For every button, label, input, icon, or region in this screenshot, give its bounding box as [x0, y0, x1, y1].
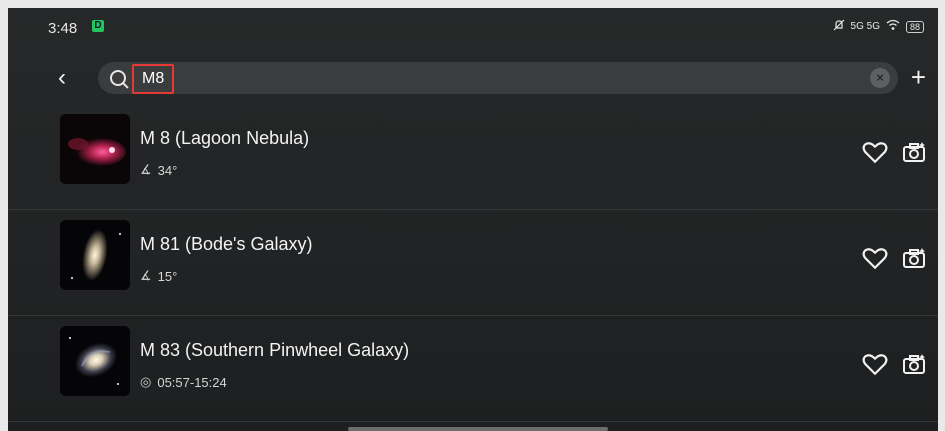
battery-indicator: 88	[905, 20, 924, 33]
bodes-galaxy-thumbnail	[60, 220, 130, 290]
list-item[interactable]: M 83 (Southern Pinwheel Galaxy) ◎ 05:57-…	[8, 316, 938, 422]
status-bar: 3:48 D 5G 5G 88	[8, 8, 938, 44]
angle-icon: ∡	[140, 268, 152, 283]
search-header: ‹ M8 × +	[8, 58, 938, 98]
back-button[interactable]: ‹	[58, 64, 66, 92]
home-indicator[interactable]	[348, 427, 608, 431]
camera-icon[interactable]	[902, 352, 928, 376]
search-icon	[108, 68, 129, 89]
mute-icon	[833, 19, 845, 34]
camera-icon[interactable]	[902, 140, 928, 164]
object-meta: ∡ 34°	[140, 162, 177, 178]
clear-icon[interactable]: ×	[870, 68, 890, 88]
status-time: 3:48	[48, 20, 78, 37]
object-name: M 8 (Lagoon Nebula)	[140, 128, 310, 148]
app-screen: 3:48 D 5G 5G 88 ‹ M8 × + M 8 (Lagoon Neb…	[8, 8, 938, 431]
heart-icon[interactable]	[862, 246, 888, 270]
list-item[interactable]: M 81 (Bode's Galaxy) ∡ 15°	[8, 210, 938, 316]
search-input[interactable]: M8	[132, 64, 175, 94]
wifi-icon	[886, 19, 900, 34]
southern-pinwheel-galaxy-thumbnail	[60, 326, 130, 396]
list-item[interactable]: M 8 (Lagoon Nebula) ∡ 34°	[8, 104, 938, 210]
object-meta: ∡ 15°	[140, 268, 177, 284]
object-name: M 81 (Bode's Galaxy)	[140, 234, 313, 254]
visibility-window: 05:57-15:24	[157, 374, 227, 390]
heart-icon[interactable]	[862, 352, 888, 376]
object-meta: ◎ 05:57-15:24	[140, 374, 227, 390]
status-icons: 5G 5G 88	[833, 19, 924, 34]
angle-icon: ∡	[140, 162, 152, 177]
altitude-value: 15°	[157, 268, 178, 284]
results-list: M 8 (Lagoon Nebula) ∡ 34° M 81 (Bode's G…	[8, 104, 938, 422]
heart-icon[interactable]	[862, 140, 888, 164]
add-button[interactable]: +	[911, 62, 926, 93]
lagoon-nebula-thumbnail	[60, 114, 130, 184]
altitude-value: 34°	[157, 162, 178, 178]
search-bar[interactable]: M8 ×	[98, 62, 898, 94]
camera-icon[interactable]	[902, 246, 928, 270]
app-badge: D	[92, 20, 104, 32]
eye-icon: ◎	[140, 374, 152, 389]
object-name: M 83 (Southern Pinwheel Galaxy)	[140, 340, 410, 360]
signal-icon: 5G 5G	[850, 21, 880, 32]
